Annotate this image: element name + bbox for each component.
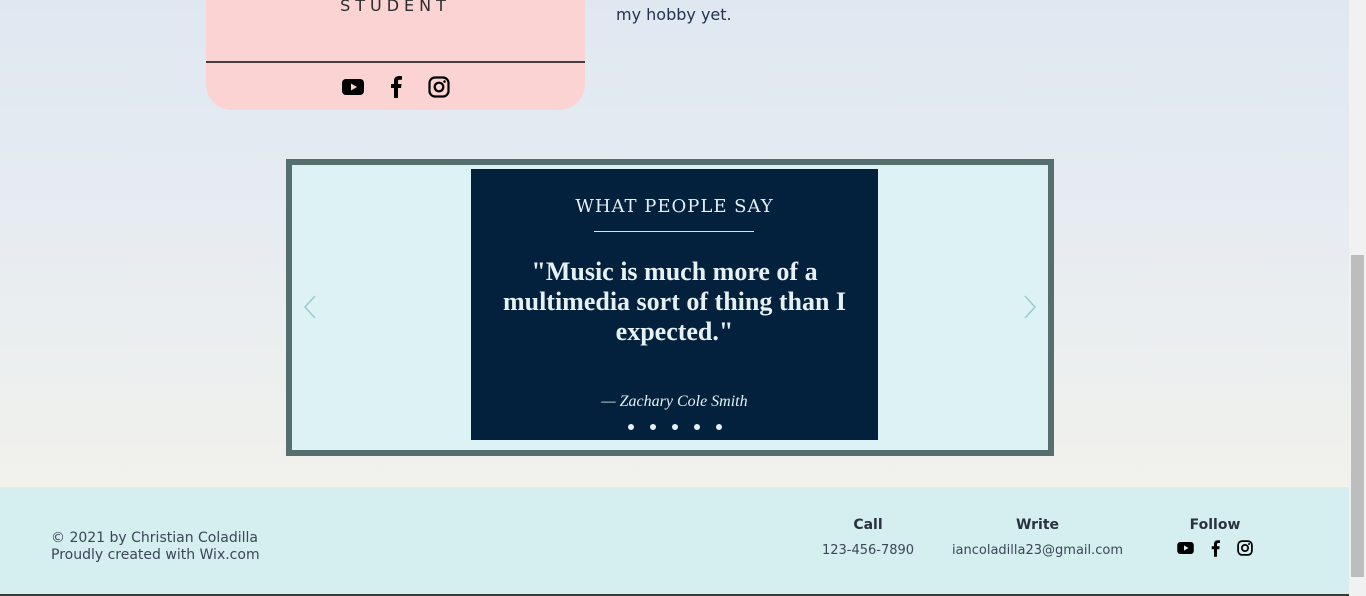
footer-follow: Follow	[1170, 517, 1260, 558]
youtube-icon[interactable]	[340, 74, 365, 99]
copyright: © 2021 by Christian Coladilla Proudly cr…	[51, 530, 260, 564]
chevron-left-icon[interactable]	[300, 295, 320, 321]
vertical-scrollbar[interactable]	[1349, 0, 1366, 596]
slide-indicators	[471, 424, 878, 430]
quote-panel: WHAT PEOPLE SAY "Music is much more of a…	[471, 169, 878, 440]
profile-social-bar	[206, 74, 585, 99]
testimonials-heading: WHAT PEOPLE SAY	[575, 196, 774, 217]
write-label: Write	[1015, 517, 1060, 533]
facebook-icon[interactable]	[383, 74, 408, 99]
call-label: Call	[853, 517, 883, 533]
slide-dot[interactable]	[649, 424, 656, 430]
footer-call: Call 123-456-7890	[818, 517, 918, 558]
testimonial-slider: WHAT PEOPLE SAY "Music is much more of a…	[286, 159, 1054, 456]
footer-write: Write iancoladilla23@gmail.com	[945, 517, 1130, 558]
quote-text: "Music is much more of a multimedia sort…	[502, 257, 847, 346]
email-link[interactable]: iancoladilla23@gmail.com	[945, 543, 1130, 558]
slide-dot[interactable]	[627, 424, 634, 430]
profile-divider	[206, 61, 585, 63]
wix-credit-link[interactable]: Proudly created with Wix.com	[51, 547, 260, 564]
follow-label: Follow	[1189, 517, 1241, 533]
instagram-icon[interactable]	[426, 74, 451, 99]
quote-author: — Zachary Cole Smith	[601, 393, 748, 410]
footer-social-bar	[1170, 538, 1260, 558]
profile-card: STUDENT	[206, 0, 585, 110]
slide-dot[interactable]	[671, 424, 678, 430]
copyright-line: © 2021 by Christian Coladilla	[51, 530, 258, 546]
phone-number[interactable]: 123-456-7890	[818, 543, 918, 558]
site-footer: © 2021 by Christian Coladilla Proudly cr…	[0, 487, 1349, 596]
bio-text: my hobby yet.	[616, 5, 732, 24]
scrollbar-thumb[interactable]	[1351, 255, 1364, 577]
facebook-icon[interactable]	[1205, 538, 1225, 558]
youtube-icon[interactable]	[1175, 538, 1195, 558]
slide-dot[interactable]	[715, 424, 722, 430]
instagram-icon[interactable]	[1235, 538, 1255, 558]
profile-role: STUDENT	[340, 0, 451, 15]
heading-divider	[594, 231, 754, 232]
slide-dot[interactable]	[693, 424, 700, 430]
chevron-right-icon[interactable]	[1020, 295, 1040, 321]
